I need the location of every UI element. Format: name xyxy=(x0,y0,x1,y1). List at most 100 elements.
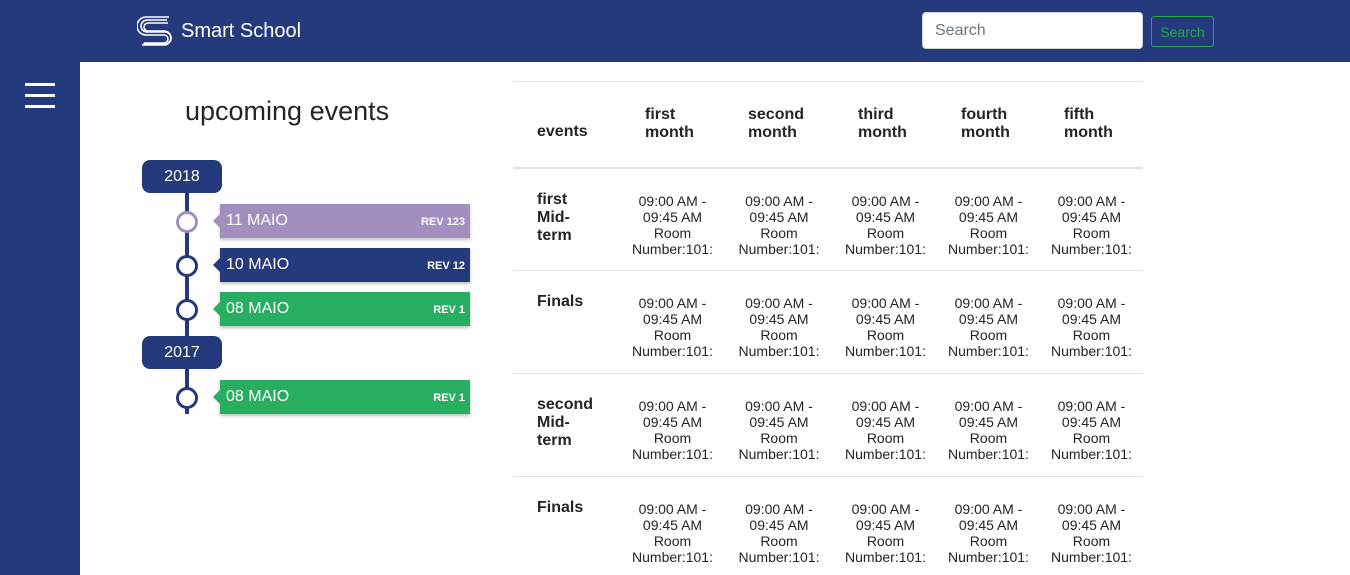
slot-text: Room xyxy=(653,533,692,549)
column-header: fourth month xyxy=(937,81,1040,169)
timeline-entry-rev: REV 1 xyxy=(433,304,465,316)
slot-text: 09:00 AM - xyxy=(851,398,920,414)
slot-text: 09:00 AM - xyxy=(954,192,1023,209)
slot-text: 09:45 AM xyxy=(642,208,703,225)
timeline-entry-date: 11 MAIO xyxy=(226,212,288,229)
search-input[interactable] xyxy=(922,12,1143,49)
slot-text: Room xyxy=(1072,533,1111,549)
slot-text: 09:00 AM - xyxy=(1057,192,1126,209)
schedule-slot-cell: 09:00 AM -09:45 AM Room Number:101: xyxy=(1039,270,1143,374)
slot-text: 09:45 AM xyxy=(855,208,916,225)
slot-text: Room xyxy=(969,430,1008,446)
slot-text: Number:101: xyxy=(738,240,820,257)
schedule-slot-cell: 09:00 AM -09:45 AM Room Number:101: xyxy=(621,476,724,575)
slot-text: Room xyxy=(866,430,905,446)
timeline-entry-date: 08 MAIO xyxy=(226,388,290,405)
slot-text: Number:101: xyxy=(1051,549,1132,565)
slot-text: 09:00 AM - xyxy=(954,501,1023,517)
slot-text: 09:00 AM - xyxy=(954,295,1023,311)
schedule-slot-cell: 09:00 AM -09:45 AM Room Number:101: xyxy=(937,167,1040,271)
slot-text: Room xyxy=(969,533,1008,549)
timeline-dot xyxy=(176,299,198,321)
slot-text: 09:00 AM - xyxy=(851,295,920,311)
timeline-entry-rev: REV 1 xyxy=(433,392,465,404)
slot-text: 09:45 AM xyxy=(749,414,809,430)
slot-text: Number:101: xyxy=(948,446,1029,462)
search-button[interactable]: Search xyxy=(1151,16,1214,47)
table-header-row: events first month second month third mo… xyxy=(513,81,1143,169)
timeline-dot xyxy=(176,387,198,409)
slot-text: 09:00 AM - xyxy=(1057,501,1126,517)
slot-text: Room xyxy=(760,533,798,549)
slot-text: Number:101: xyxy=(738,549,820,565)
slot-text: Number:101: xyxy=(948,240,1029,257)
slot-text: 09:45 AM xyxy=(958,311,1019,327)
slot-text: 09:00 AM - xyxy=(638,295,707,311)
app-name: Smart School xyxy=(181,19,302,42)
slot-text: 09:45 AM xyxy=(749,311,809,327)
timeline-entry[interactable]: 08 MAIO REV 1 xyxy=(213,292,470,326)
slot-text: 09:45 AM xyxy=(855,311,916,327)
hamburger-menu-icon[interactable] xyxy=(25,83,55,109)
schedule-slot-cell: 09:00 AM -09:45 AM Room Number:101: xyxy=(724,270,835,374)
slot-text: Room xyxy=(653,430,692,446)
schedule-slot-cell: 09:00 AM -09:45 AM Room Number:101: xyxy=(937,373,1040,477)
schedule-slot-cell: 09:00 AM -09:45 AM Room Number:101: xyxy=(834,167,937,271)
top-navbar: Smart School Search xyxy=(0,0,1350,62)
slot-text: Room xyxy=(760,224,798,241)
timeline-entry[interactable]: 10 MAIO REV 12 xyxy=(213,248,470,282)
slot-text: Room xyxy=(760,327,798,343)
table-row: Finals 09:00 AM -09:45 AM Room Number:101: 0… xyxy=(513,270,1143,374)
timeline-entry[interactable]: 08 MAIO REV 1 xyxy=(213,380,470,414)
schedule-slot-cell: 09:00 AM -09:45 AM Room Number:101: xyxy=(621,373,724,477)
slot-text: Room xyxy=(866,224,905,241)
slot-text: Room xyxy=(866,533,905,549)
slot-text: 09:00 AM - xyxy=(745,501,813,517)
event-name-cell: first Mid-term xyxy=(513,167,622,271)
table-row: second Mid-term 09:00 AM -09:45 AM Room Num… xyxy=(513,373,1143,477)
slot-text: Number:101: xyxy=(845,549,926,565)
slot-text: 09:00 AM - xyxy=(1057,295,1126,311)
slot-text: 09:45 AM xyxy=(1061,208,1122,225)
slot-text: 09:45 AM xyxy=(958,208,1019,225)
event-name-cell: second Mid-term xyxy=(513,373,622,477)
slot-text: 09:00 AM - xyxy=(745,295,813,311)
slot-text: Room xyxy=(969,224,1008,241)
slot-text: 09:45 AM xyxy=(642,414,703,430)
column-header: first month xyxy=(621,81,724,169)
slot-text: Number:101: xyxy=(632,446,713,462)
slot-text: Room xyxy=(1072,327,1111,343)
slot-text: 09:45 AM xyxy=(642,517,703,533)
sidebar xyxy=(0,62,80,575)
timeline-entry[interactable]: 11 MAIO REV 123 xyxy=(213,204,470,238)
slot-text: Room xyxy=(653,327,692,343)
column-header: second month xyxy=(724,81,835,169)
slot-text: 09:00 AM - xyxy=(954,398,1023,414)
page-title: upcoming events xyxy=(185,96,390,126)
slot-text: Room xyxy=(760,430,798,446)
brand-link[interactable]: Smart School xyxy=(137,15,301,47)
slot-text: 09:45 AM xyxy=(1061,414,1122,430)
slot-text: 09:00 AM - xyxy=(638,501,707,517)
slot-text: Room xyxy=(653,224,692,241)
slot-text: 09:00 AM - xyxy=(1057,398,1126,414)
table-body: first Mid-term 09:00 AM -09:45 AM Room Numb… xyxy=(513,167,1143,575)
slot-text: 09:45 AM xyxy=(749,517,809,533)
timeline-year-badge: 2018 xyxy=(142,160,222,193)
slot-text: 09:45 AM xyxy=(749,208,809,225)
slot-text: Number:101: xyxy=(632,549,713,565)
slot-text: Number:101: xyxy=(948,549,1029,565)
timeline-entry-rev: REV 12 xyxy=(427,260,465,272)
column-header: fifth month xyxy=(1039,81,1143,169)
slot-text: Number:101: xyxy=(845,343,926,359)
slot-text: Room xyxy=(1072,224,1111,241)
timeline-dot xyxy=(176,255,198,277)
slot-text: Number:101: xyxy=(1051,343,1132,359)
schedule-slot-cell: 09:00 AM -09:45 AM Room Number:101: xyxy=(1039,373,1143,477)
exam-schedule-table: events first month second month third mo… xyxy=(513,81,1143,575)
column-header: third month xyxy=(834,81,937,169)
table-row: first Mid-term 09:00 AM -09:45 AM Room Numb… xyxy=(513,167,1143,271)
event-name-cell: Finals xyxy=(513,270,622,374)
table-row: Finals 09:00 AM -09:45 AM Room Number:101: 0… xyxy=(513,476,1143,575)
slot-text: 09:45 AM xyxy=(1061,311,1122,327)
